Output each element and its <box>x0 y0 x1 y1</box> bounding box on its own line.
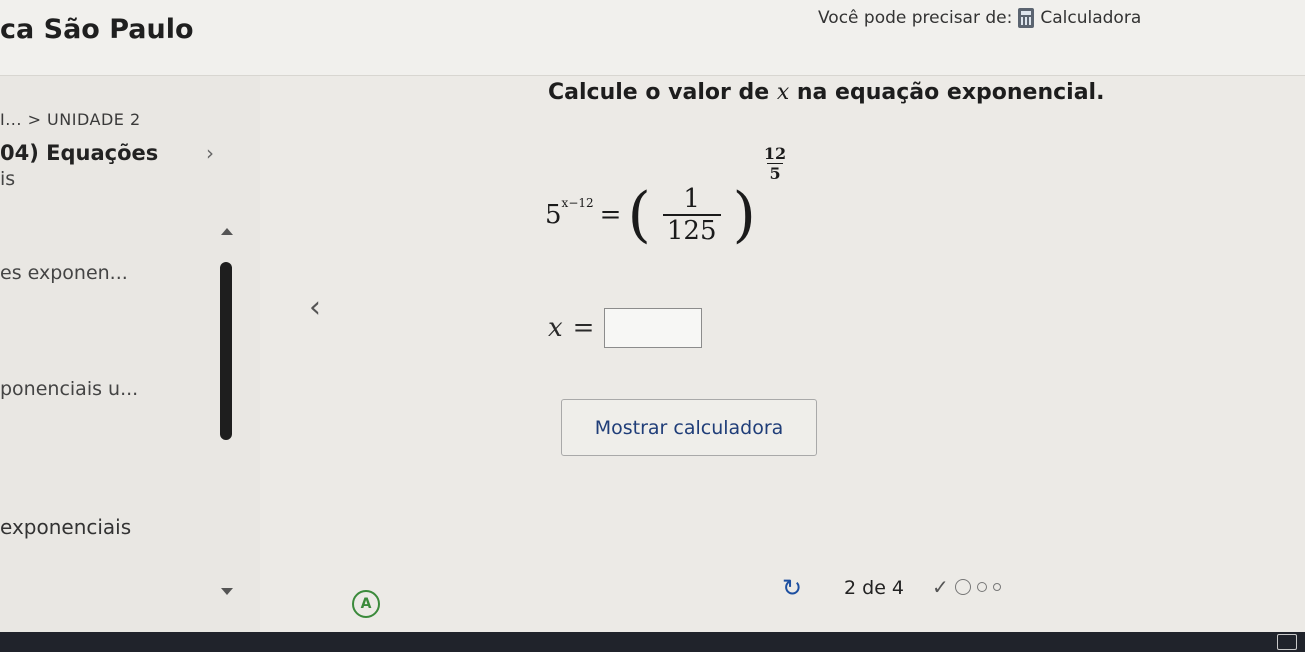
sidebar-item[interactable]: es exponen... <box>0 262 128 284</box>
scrollbar-thumb[interactable] <box>220 262 232 440</box>
right-paren: ) <box>732 180 756 250</box>
sidebar-item[interactable]: is <box>0 168 15 190</box>
keyboard-icon[interactable] <box>1277 634 1297 650</box>
outer-exponent: 12 5 <box>764 144 786 183</box>
scroll-down-arrow-icon[interactable] <box>221 588 233 595</box>
answer-row: x = <box>548 308 703 348</box>
base-number: 5 <box>545 200 562 230</box>
prompt-variable: x <box>776 80 790 105</box>
show-calculator-button[interactable]: Mostrar calculadora <box>561 399 817 456</box>
tools-label: Você pode precisar de: <box>818 8 1013 28</box>
prompt-text: Calcule o valor de <box>548 80 777 105</box>
sidebar-item[interactable]: ponenciais u... <box>0 378 138 400</box>
tools-hint: Você pode precisar de: Calculadora <box>818 8 1141 28</box>
school-name: ca São Paulo <box>0 14 194 45</box>
fraction-denominator: 125 <box>662 214 721 246</box>
chevron-left-icon: ‹ <box>309 289 321 325</box>
collapse-sidebar-button[interactable]: ‹ <box>280 282 350 332</box>
chevron-right-icon[interactable]: › <box>206 141 214 165</box>
taskbar <box>0 632 1305 652</box>
left-paren: ( <box>627 180 651 250</box>
section-title[interactable]: 04) Equações <box>0 141 158 165</box>
equals-sign: = <box>599 200 622 230</box>
fraction: 1 125 <box>662 184 721 246</box>
answer-equals: = <box>572 313 595 343</box>
accessibility-icon[interactable]: A <box>352 590 380 618</box>
base-exponent: x−12 <box>561 196 594 210</box>
progress-indicator: ✓ <box>932 575 1001 599</box>
breadcrumb[interactable]: I... > UNIDADE 2 <box>0 110 141 129</box>
refresh-icon[interactable]: ↻ <box>782 574 802 602</box>
sidebar-item[interactable]: exponenciais <box>0 515 131 539</box>
progress-dot <box>992 583 1001 591</box>
progress-dot <box>976 582 987 592</box>
fraction-numerator: 1 <box>683 184 700 214</box>
header-bar: ca São Paulo Você pode precisar de: Calc… <box>0 0 1305 76</box>
exponential-equation: 5x−12 = ( 1 125 ) 12 5 <box>545 144 786 280</box>
outer-exponent-denominator: 5 <box>767 162 783 183</box>
progress-dot <box>954 579 971 595</box>
question-prompt: Calcule o valor de x na equação exponenc… <box>548 80 1104 105</box>
answer-input[interactable] <box>604 308 703 348</box>
calculator-icon[interactable] <box>1018 8 1035 28</box>
scroll-up-arrow-icon[interactable] <box>221 228 233 235</box>
page-indicator: 2 de 4 <box>844 577 905 599</box>
outer-exponent-numerator: 12 <box>763 143 787 163</box>
calculator-link[interactable]: Calculadora <box>1040 8 1141 28</box>
prompt-text: na equação exponencial. <box>789 80 1105 105</box>
equation-base: 5x−12 <box>545 196 594 230</box>
check-icon: ✓ <box>932 575 949 599</box>
answer-variable: x <box>548 313 563 343</box>
